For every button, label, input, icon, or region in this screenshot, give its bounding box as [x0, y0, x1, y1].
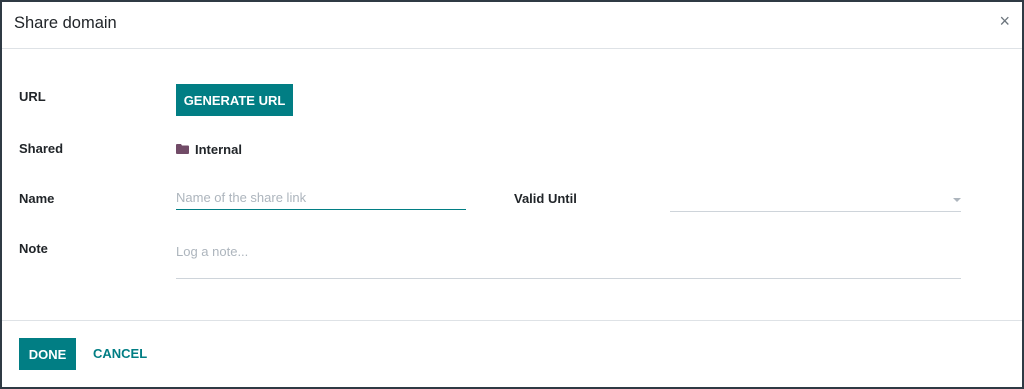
- dialog-header: Share domain ×: [2, 2, 1022, 49]
- folder-icon: [176, 144, 189, 154]
- generate-url-button[interactable]: GENERATE URL: [176, 84, 293, 116]
- note-input[interactable]: [176, 241, 961, 279]
- shared-value-text: Internal: [195, 141, 242, 157]
- share-domain-dialog: Share domain × URL GENERATE URL Shared I…: [0, 0, 1024, 389]
- name-label: Name: [19, 191, 55, 206]
- shared-value: Internal: [176, 140, 242, 158]
- done-button[interactable]: DONE: [19, 338, 76, 370]
- close-icon[interactable]: ×: [999, 12, 1010, 30]
- caret-down-icon[interactable]: [953, 198, 961, 202]
- dialog-title: Share domain: [14, 14, 117, 32]
- url-label: URL: [19, 89, 46, 104]
- valid-until-field[interactable]: [670, 188, 961, 212]
- shared-label: Shared: [19, 141, 64, 156]
- dialog-footer-divider: [2, 320, 1022, 321]
- note-label: Note: [19, 241, 48, 256]
- valid-until-label: Valid Until: [514, 191, 577, 206]
- name-input[interactable]: [176, 188, 466, 210]
- cancel-button[interactable]: CANCEL: [93, 346, 147, 361]
